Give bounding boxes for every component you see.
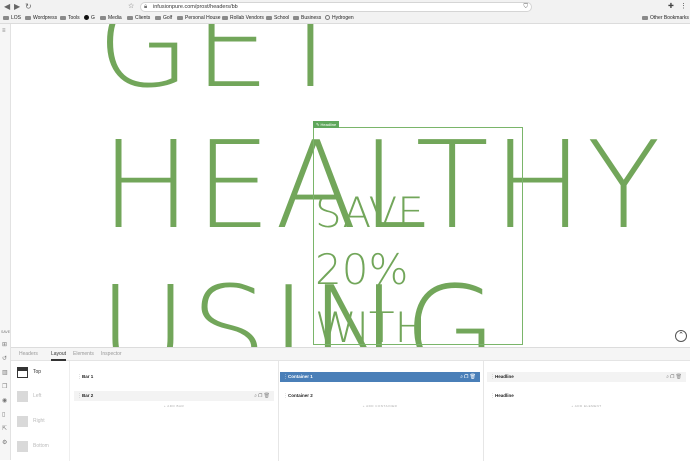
bookmark-item[interactable]: Tools <box>60 14 80 23</box>
shield-icon[interactable]: ⛉ <box>523 3 528 12</box>
folder-icon <box>177 15 183 20</box>
folder-icon <box>127 15 133 20</box>
bar-row[interactable]: ⋮ Bar 1 <box>74 372 274 382</box>
circle-icon[interactable]: ◉ <box>2 398 7 405</box>
globe-icon <box>325 15 330 21</box>
drag-handle-icon[interactable]: ⋮ <box>77 372 82 382</box>
url-text: infusionpure.com/prost/headers/bb <box>153 4 238 10</box>
hamburger-icon[interactable]: ≡ <box>2 28 6 35</box>
sidebar-icon[interactable]: ▥ <box>2 370 8 377</box>
selected-headline-box[interactable]: ✎ Headline <box>313 121 523 345</box>
folder-icon <box>100 15 106 20</box>
container-row-selected[interactable]: ⋮ Container 1 ⌕ ❐ 🗑︎ <box>280 372 480 382</box>
menu-icon[interactable]: ⋮ <box>680 2 687 10</box>
export-icon[interactable]: ⇱ <box>2 426 7 433</box>
element-row[interactable]: ⋮ Headline <box>487 391 686 401</box>
editor-panel: Headers Layout Elements Inspector Top Le… <box>11 347 690 461</box>
bookmark-item[interactable]: Hydrogen <box>325 14 354 23</box>
bookmark-item[interactable]: Personal House <box>177 14 221 23</box>
bookmark-star-icon[interactable]: ☆ <box>128 1 134 13</box>
lock-icon: 🔒︎ <box>144 4 148 10</box>
tab-layout[interactable]: Layout <box>51 348 67 361</box>
bookmark-item[interactable]: G <box>84 14 95 23</box>
folder-icon <box>642 15 648 20</box>
folder-icon <box>3 15 9 20</box>
tab-headers[interactable]: Headers <box>19 348 38 361</box>
bookmark-item[interactable]: School <box>266 14 289 23</box>
reload-icon[interactable]: ↻ <box>25 1 32 13</box>
element-row[interactable]: ⋮ Headline ⌕ ❐ 🗑︎ <box>487 372 686 382</box>
folder-icon <box>60 15 66 20</box>
layers-icon[interactable]: ⊞ <box>2 342 7 349</box>
bars-column: ⋮ Bar 1 ⋮ Bar 2 ⌕ ❐ 🗑︎ + ADD BAR <box>74 367 274 461</box>
bookmark-item[interactable]: LOS <box>3 14 21 23</box>
bookmark-item[interactable]: Rollab Vendors <box>222 14 264 23</box>
nav-row: ◀ ▶ ↻ ☆ 🔒︎ infusionpure.com/prost/header… <box>0 0 690 14</box>
bookmark-other[interactable]: Other Bookmarks <box>642 14 689 23</box>
row-actions[interactable]: ⌕ ❐ 🗑︎ <box>666 372 682 382</box>
copy-icon[interactable]: ❐ <box>2 384 7 391</box>
folder-icon <box>155 15 161 20</box>
bookmark-item[interactable]: Media <box>100 14 122 23</box>
bookmark-item[interactable]: Golf <box>155 14 172 23</box>
right-layout-icon <box>17 416 28 427</box>
add-bar-link[interactable]: + ADD BAR <box>74 404 274 408</box>
column-divider <box>278 361 279 461</box>
history-icon[interactable]: ↺ <box>2 356 7 363</box>
page-canvas: GET HEALTHY USING SAVE 20% WITH ✎ Headli… <box>11 24 690 347</box>
extensions-icon[interactable]: ✚ <box>668 2 674 10</box>
bookmarks-bar: LOS Wordpress Tools G Media Clients Golf… <box>0 14 690 23</box>
bottom-layout-icon <box>17 441 28 452</box>
add-element-link[interactable]: + ADD ELEMENT <box>487 404 686 408</box>
tab-inspector[interactable]: Inspector <box>101 348 122 361</box>
back-icon[interactable]: ◀ <box>4 1 10 13</box>
left-layout-icon <box>17 391 28 402</box>
bookmark-item[interactable]: Wordpress <box>25 14 57 23</box>
drag-handle-icon[interactable]: ⋮ <box>490 391 495 401</box>
drag-handle-icon[interactable]: ⋮ <box>490 372 495 382</box>
hero-line-1: GET <box>97 24 352 115</box>
tab-elements[interactable]: Elements <box>73 348 94 361</box>
column-divider <box>483 361 484 461</box>
drag-handle-icon[interactable]: ⋮ <box>283 372 288 382</box>
settings-icon[interactable]: ⚙ <box>2 440 7 447</box>
row-actions[interactable]: ⌕ ❐ 🗑︎ <box>460 372 476 382</box>
bar-row[interactable]: ⋮ Bar 2 ⌕ ❐ 🗑︎ <box>74 391 274 401</box>
row-actions[interactable]: ⌕ ❐ 🗑︎ <box>254 391 270 401</box>
browser-chrome: ◀ ▶ ↻ ☆ 🔒︎ infusionpure.com/prost/header… <box>0 0 690 24</box>
folder-icon <box>266 15 272 20</box>
drag-handle-icon[interactable]: ⋮ <box>77 391 82 401</box>
add-container-link[interactable]: + ADD CONTAINER <box>280 404 480 408</box>
mobile-icon[interactable]: ▯ <box>2 412 5 419</box>
scroll-up-button[interactable]: ⌃ <box>675 330 687 342</box>
panel-tabs: Headers Layout Elements Inspector <box>11 348 690 361</box>
selection-tag[interactable]: ✎ Headline <box>313 121 340 128</box>
address-bar[interactable]: 🔒︎ infusionpure.com/prost/headers/bb ⛉ <box>140 2 532 12</box>
drag-handle-icon[interactable]: ⋮ <box>283 391 288 401</box>
bookmark-item[interactable]: Business <box>293 14 321 23</box>
top-layout-icon <box>17 367 28 378</box>
forward-icon[interactable]: ▶ <box>14 1 20 13</box>
containers-column: ⋮ Container 1 ⌕ ❐ 🗑︎ ⋮ Container 2 + ADD… <box>280 367 480 461</box>
folder-icon <box>222 15 228 20</box>
container-row[interactable]: ⋮ Container 2 <box>280 391 480 401</box>
elements-column: ⋮ Headline ⌕ ❐ 🗑︎ ⋮ Headline + ADD ELEME… <box>487 367 686 461</box>
layout-positions: Top Left Right Bottom <box>11 361 70 461</box>
bookmark-item[interactable]: Clients <box>127 14 150 23</box>
rail-save-label[interactable]: SAVE <box>1 330 10 334</box>
left-tool-rail: ≡ SAVE ⊞ ↺ ▥ ❐ ◉ ▯ ⇱ ⚙ <box>0 24 11 460</box>
folder-icon <box>25 15 31 20</box>
folder-icon <box>293 15 299 20</box>
g-icon <box>84 15 89 21</box>
